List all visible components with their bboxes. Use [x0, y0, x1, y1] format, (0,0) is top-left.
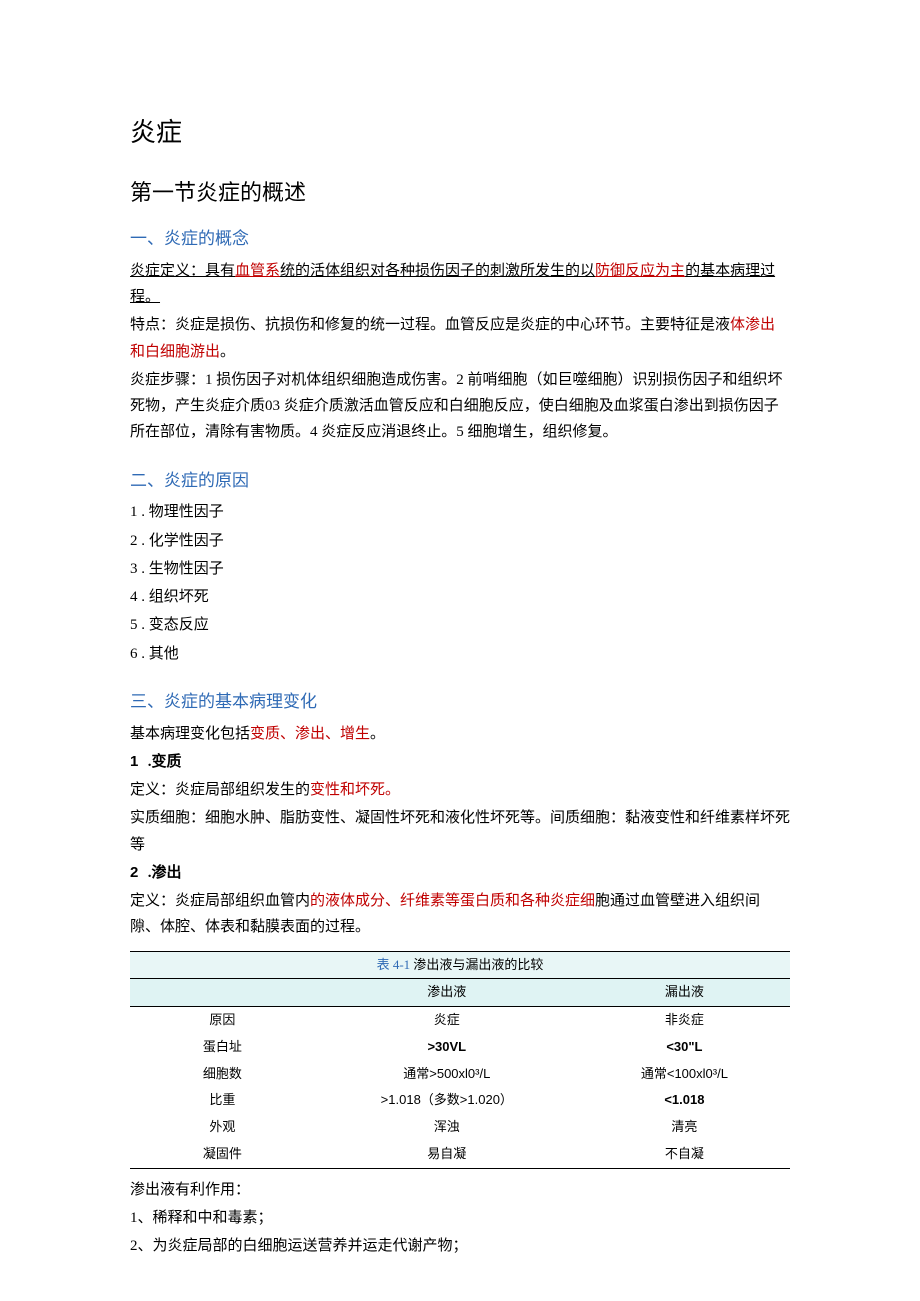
cell: 通常<100xl0³/L [579, 1061, 790, 1088]
cell: 凝固件 [130, 1141, 315, 1168]
sub-3-heading: 三、炎症的基本病理变化 [130, 687, 790, 717]
cell: >30VL [315, 1034, 579, 1061]
list-item: 2 . 化学性因子 [130, 528, 790, 554]
cell: 不自凝 [579, 1141, 790, 1168]
feat-pre: 特点：炎症是损伤、抗损伤和修复的统一过程。血管反应是炎症的中心环节。主要特征是液 [130, 317, 730, 333]
table-caption: 表 4-1 渗出液与漏出液的比较 [130, 951, 790, 979]
after1: 渗出液有利作用： [130, 1177, 790, 1203]
p1-def: 定义：炎症局部组织发生的变性和坏死。 [130, 777, 790, 803]
doc-title: 炎症 [130, 110, 790, 156]
definition-line: 炎症定义：具有血管系统的活体组织对各种损伤因子的刺激所发生的以防御反应为主的基本… [130, 258, 790, 311]
p1-title: .变质 [144, 754, 182, 770]
list-item: 1 . 物理性因子 [130, 499, 790, 525]
table-row: 凝固件 易自凝 不自凝 [130, 1141, 790, 1168]
p2-title: .渗出 [144, 865, 182, 881]
cell: 清亮 [579, 1114, 790, 1141]
table-row: 比重 >1.018（多数>1.020） <1.018 [130, 1087, 790, 1114]
p2-def-red: 的液体成分、纤维素等蛋白质和各种炎症细 [310, 893, 595, 909]
cell: 非炎症 [579, 1007, 790, 1034]
intro-post: 。 [370, 726, 385, 742]
th-blank [130, 979, 315, 1007]
list-item: 6 . 其他 [130, 641, 790, 667]
sub-2-heading: 二、炎症的原因 [130, 466, 790, 496]
intro-red: 变质、渗出、增生 [250, 726, 370, 742]
caption-pre: 表 4-1 [377, 957, 414, 972]
cell: 易自凝 [315, 1141, 579, 1168]
after3: 2、为炎症局部的白细胞运送营养并运走代谢产物； [130, 1233, 790, 1259]
th-col2: 漏出液 [579, 979, 790, 1007]
cell: 原因 [130, 1007, 315, 1034]
table-row: 蛋白址 >30VL <30"L [130, 1034, 790, 1061]
cell: 炎症 [315, 1007, 579, 1034]
table-row: 原因 炎症 非炎症 [130, 1007, 790, 1034]
p2-def-pre: 定义：炎症局部组织血管内 [130, 893, 310, 909]
cell: <30"L [579, 1034, 790, 1061]
def-red2: 防御反应为主 [595, 263, 685, 279]
feature-line: 特点：炎症是损伤、抗损伤和修复的统一过程。血管反应是炎症的中心环节。主要特征是液… [130, 312, 790, 365]
th-col1: 渗出液 [315, 979, 579, 1007]
cell: 通常>500xl0³/L [315, 1061, 579, 1088]
feat-post: 。 [220, 344, 235, 360]
cell: <1.018 [579, 1087, 790, 1114]
steps-text: 炎症步骤：1 损伤因子对机体组织细胞造成伤害。2 前哨细胞（如巨噬细胞）识别损伤… [130, 367, 790, 446]
list-item: 3 . 生物性因子 [130, 556, 790, 582]
def-red1: 血管系 [235, 263, 280, 279]
comparison-table: 表 4-1 渗出液与漏出液的比较 渗出液 漏出液 原因 炎症 非炎症 蛋白址 >… [130, 951, 790, 1169]
after2: 1、稀释和中和毒素； [130, 1205, 790, 1231]
p1-body: 实质细胞：细胞水肿、脂肪变性、凝固性坏死和液化性坏死等。间质细胞：黏液变性和纤维… [130, 805, 790, 858]
intro-pre: 基本病理变化包括 [130, 726, 250, 742]
p2-def: 定义：炎症局部组织血管内的液体成分、纤维素等蛋白质和各种炎症细胞通过血管壁进入组… [130, 888, 790, 941]
cell: >1.018（多数>1.020） [315, 1087, 579, 1114]
table-row: 外观 浑浊 清亮 [130, 1114, 790, 1141]
cell: 浑浊 [315, 1114, 579, 1141]
cell: 比重 [130, 1087, 315, 1114]
cell: 蛋白址 [130, 1034, 315, 1061]
list-item: 4 . 组织坏死 [130, 584, 790, 610]
list-item: 5 . 变态反应 [130, 612, 790, 638]
document-page: 炎症 第一节炎症的概述 一、炎症的概念 炎症定义：具有血管系统的活体组织对各种损… [0, 0, 920, 1301]
p1-def-pre: 定义：炎症局部组织发生的 [130, 782, 310, 798]
p1-def-red: 变性和坏死。 [310, 782, 400, 798]
cause-list: 1 . 物理性因子 2 . 化学性因子 3 . 生物性因子 4 . 组织坏死 5… [130, 499, 790, 667]
cell: 细胞数 [130, 1061, 315, 1088]
p2-num: 2 [130, 860, 144, 886]
p1-heading: 1 .变质 [130, 749, 790, 775]
p2-heading: 2 .渗出 [130, 860, 790, 886]
def-pre: 炎症定义：具有 [130, 263, 235, 279]
p1-num: 1 [130, 749, 144, 775]
caption-text: 渗出液与漏出液的比较 [413, 957, 543, 972]
sub-1-heading: 一、炎症的概念 [130, 224, 790, 254]
def-mid: 统的活体组织对各种损伤因子的刺激所发生的以 [280, 263, 595, 279]
cell: 外观 [130, 1114, 315, 1141]
table-row: 细胞数 通常>500xl0³/L 通常<100xl0³/L [130, 1061, 790, 1088]
sub3-intro: 基本病理变化包括变质、渗出、增生。 [130, 721, 790, 747]
section-1-heading: 第一节炎症的概述 [130, 174, 790, 213]
